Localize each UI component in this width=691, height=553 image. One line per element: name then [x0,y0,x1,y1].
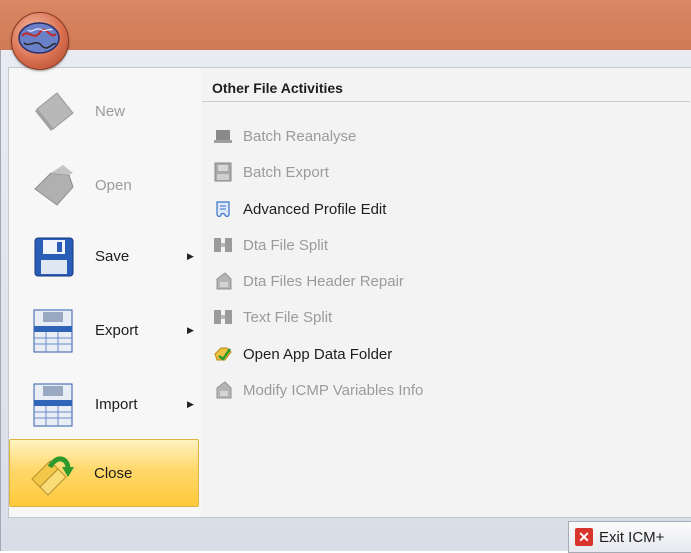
folder-icon [214,347,232,361]
menu-item-advanced-profile-edit[interactable]: Advanced Profile Edit [213,195,683,223]
text-split-icon [214,310,232,324]
menu-item-export[interactable]: Export ▶ [11,297,199,363]
menu-item-label: Batch Reanalyse [243,127,357,145]
menu-item-label: Import [95,395,138,413]
menu-item-new[interactable]: New [11,78,199,144]
menu-item-text-file-split[interactable]: Text File Split [213,303,683,331]
menu-item-open[interactable]: Open [11,152,199,218]
new-document-icon [35,92,74,131]
menu-item-dta-files-header-repair[interactable]: Dta Files Header Repair [213,267,683,295]
header-repair-icon [216,272,232,290]
menu-item-label: Modify ICMP Variables Info [243,381,424,399]
menu-item-batch-export[interactable]: Batch Export [213,158,683,186]
menu-item-label: Dta File Split [243,236,329,254]
menu-item-batch-reanalyse[interactable]: Batch Reanalyse [213,122,683,150]
title-bar [0,0,691,50]
menu-item-dta-file-split[interactable]: Dta File Split [213,231,683,259]
menu-item-label: Open App Data Folder [243,345,393,363]
menu-item-label: Export [95,321,139,339]
file-split-icon [214,238,232,252]
other-file-activities-pane: Other File Activities Batch Reanalyse Ba… [201,67,691,518]
menu-item-label: Close [94,464,133,482]
variables-info-icon [216,381,232,399]
submenu-arrow-icon: ▶ [187,398,194,409]
menu-item-label: Advanced Profile Edit [243,200,387,218]
divider [202,101,690,102]
menu-item-open-app-data-folder[interactable]: Open App Data Folder [213,340,683,368]
menu-item-import[interactable]: Import ▶ [11,371,199,437]
close-arrow-icon [31,456,74,496]
app-menu-button[interactable] [11,12,69,70]
menu-item-label: Text File Split [243,308,333,326]
floppy-disk-icon [34,237,74,277]
export-table-icon [33,309,73,353]
exit-button-label: Exit ICM+ [599,528,665,546]
brain-icon [18,22,60,54]
open-folder-icon [34,165,74,206]
menu-item-label: Open [95,176,132,194]
batch-export-icon [214,162,232,182]
menu-item-save[interactable]: Save ▶ [11,223,199,289]
exit-button[interactable]: ✕ Exit ICM+ [568,521,691,553]
close-x-icon: ✕ [575,528,593,546]
menu-item-label: Dta Files Header Repair [243,272,404,290]
profile-edit-icon [216,201,230,217]
menu-item-label: Batch Export [243,163,329,181]
menu-item-label: New [95,102,126,120]
section-title: Other File Activities [212,80,343,96]
menu-item-modify-icmp-variables-info[interactable]: Modify ICMP Variables Info [213,376,683,404]
menu-item-label: Save [95,247,130,265]
submenu-arrow-icon: ▶ [187,324,194,335]
batch-icon [214,130,232,143]
left-command-pane: New Open Save ▶ Export ▶ Import ▶ Close [8,67,202,518]
import-table-icon [33,383,73,427]
submenu-arrow-icon: ▶ [187,250,194,261]
menu-item-close[interactable]: Close [9,439,199,507]
